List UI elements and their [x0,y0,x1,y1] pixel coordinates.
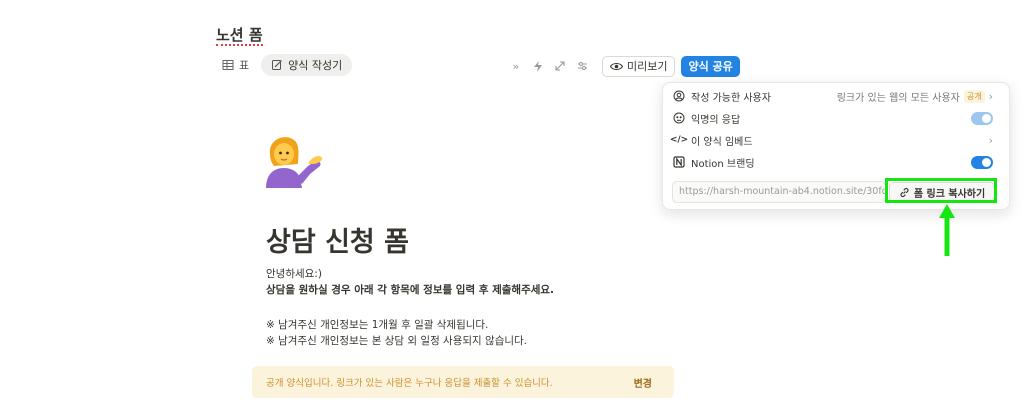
page-title-text: 노션 폼 [216,26,263,46]
anonymous-icon [673,112,685,124]
branding-label: Notion 브랜딩 [691,158,755,170]
highlight-box [885,178,997,203]
form-intro: 안녕하세요:) 상담을 원하실 경우 아래 각 항목에 정보를 입력 후 제출해… [266,266,554,298]
share-form-button[interactable]: 양식 공유 [681,55,740,77]
tab-form-builder-label: 양식 작성기 [288,59,343,72]
popover-row-branding: Notion 브랜딩 [673,153,993,171]
double-chevron-icon[interactable]: » [508,58,524,74]
share-form-label: 양식 공유 [688,60,733,73]
chevron-right-icon: › [988,89,993,103]
audience-value: 링크가 있는 웹의 모든 사용자 [836,92,960,104]
banner-text: 공개 양식입니다. 링크가 있는 사람은 누구나 응답을 제출할 수 있습니다. [266,378,553,389]
form-title: 상담 신청 폼 [266,227,409,258]
table-icon [222,60,234,70]
branding-toggle[interactable] [971,155,993,169]
popover-row-anonymous: 익명의 응답 [673,109,993,127]
anonymous-toggle[interactable] [971,111,993,125]
popover-row-who-can-submit[interactable]: 작성 가능한 사용자 링크가 있는 웹의 모든 사용자 공개 › [673,87,993,105]
view-tabs: 표 양식 작성기 [216,54,353,76]
form-greeting: 안녕하세요:) [266,268,322,280]
preview-button[interactable]: 미리보기 [602,55,676,77]
form-note-1: ※ 남겨주신 개인정보는 1개월 후 일괄 삭제됩니다. [266,319,489,331]
embed-icon: </> [669,135,689,145]
public-badge: 공개 [963,89,985,103]
preview-label: 미리보기 [627,60,668,73]
form-builder-icon [272,60,283,70]
notion-logo-icon [673,156,685,168]
popover-row-embed[interactable]: </> 이 양식 임베드 › [669,131,993,149]
public-form-banner: 공개 양식입니다. 링크가 있는 사람은 누구나 응답을 제출할 수 있습니다.… [252,366,674,398]
form-url-field[interactable]: https://harsh-mountain-ab4.notion.site/3… [672,181,886,203]
expand-icon[interactable] [552,58,568,74]
form-note-2: ※ 남겨주신 개인정보는 본 상담 외 일정 사용되지 않습니다. [266,335,528,347]
lightning-icon[interactable] [530,58,546,74]
banner-change-button[interactable]: 변경 [634,375,660,390]
form-notes: ※ 남겨주신 개인정보는 1개월 후 일괄 삭제됩니다. ※ 남겨주신 개인정보… [266,317,527,349]
chevron-right-icon: › [988,133,993,147]
eye-icon [610,62,623,70]
user-circle-icon [673,90,685,102]
form-toolbar: » 미리보기 양식 공유 [508,55,740,77]
person-tipping-hand-icon [266,137,323,188]
anonymous-label: 익명의 응답 [691,114,741,126]
who-can-submit-value: 링크가 있는 웹의 모든 사용자 공개 › [837,89,993,104]
tab-form-builder[interactable]: 양식 작성기 [261,54,353,76]
tab-table-label: 표 [239,59,250,72]
settings-sliders-icon[interactable] [574,58,590,74]
embed-label: 이 양식 임베드 [691,136,753,148]
page-title: 노션 폼 [216,24,263,46]
who-can-submit-label: 작성 가능한 사용자 [691,92,771,104]
form-instruction: 상담을 원하실 경우 아래 각 항목에 정보를 입력 후 제출해주세요. [266,284,555,296]
up-arrow-icon [939,204,955,256]
tab-table[interactable]: 표 [216,54,255,76]
